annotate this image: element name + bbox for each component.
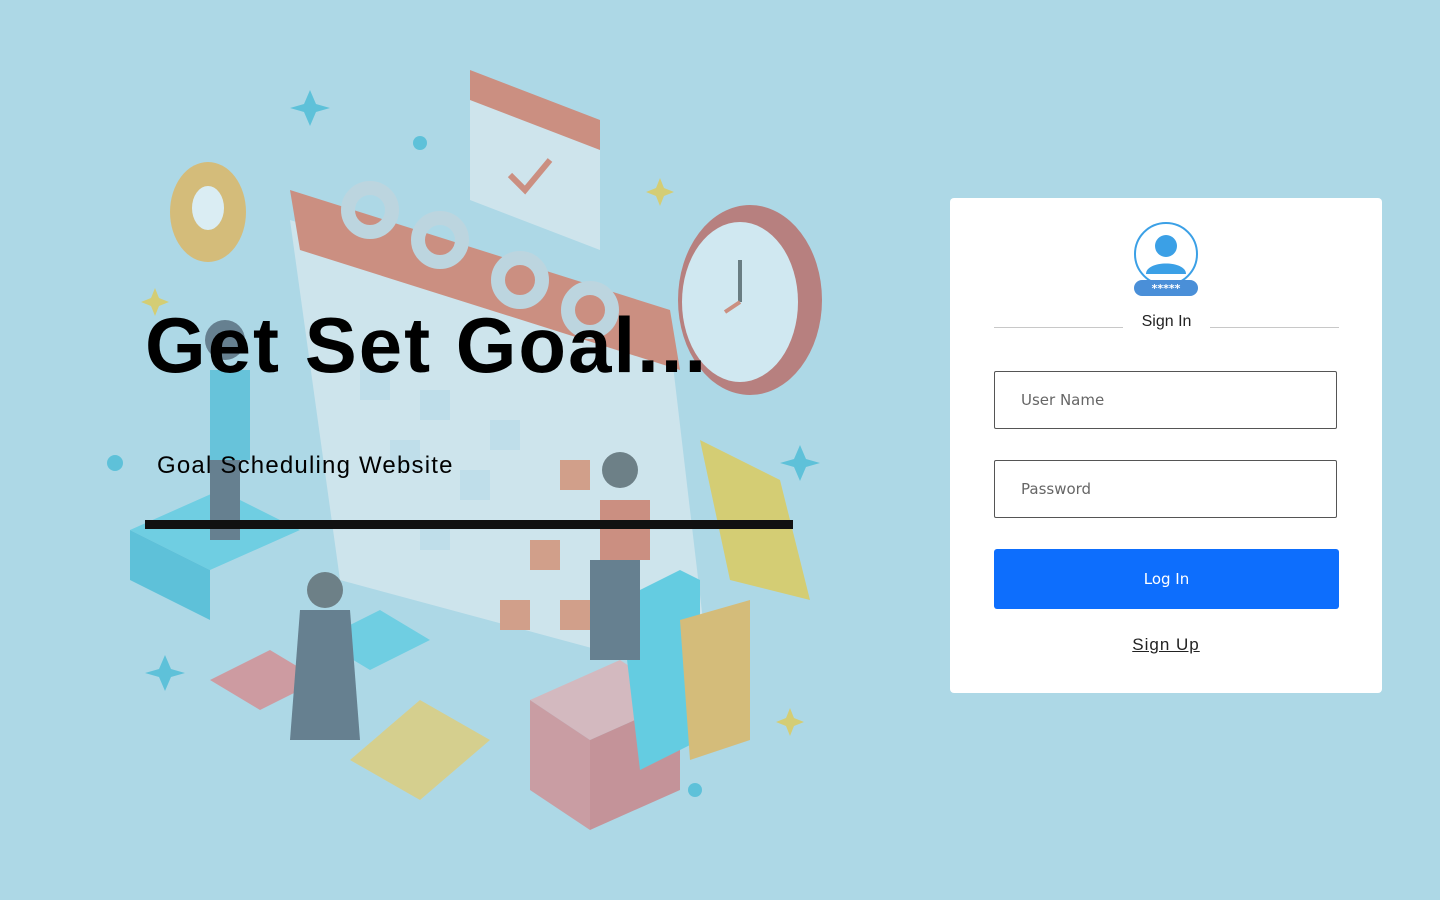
- hero-subtitle: Goal Scheduling Website: [157, 452, 454, 479]
- hero-divider: [145, 520, 793, 529]
- username-input[interactable]: [994, 371, 1337, 429]
- password-input[interactable]: [994, 460, 1337, 518]
- sign-up-link[interactable]: Sign Up: [950, 635, 1382, 655]
- sign-in-heading: Sign In: [1141, 313, 1192, 330]
- divider-left: [994, 327, 1123, 328]
- user-lock-icon: *****: [1134, 222, 1198, 296]
- divider-right: [1210, 327, 1339, 328]
- login-button[interactable]: Log In: [994, 549, 1339, 609]
- password-mask: *****: [1152, 282, 1181, 295]
- login-card: ***** Sign In Log In Sign Up: [950, 198, 1382, 693]
- hero-title: Get Set Goal...: [145, 301, 709, 389]
